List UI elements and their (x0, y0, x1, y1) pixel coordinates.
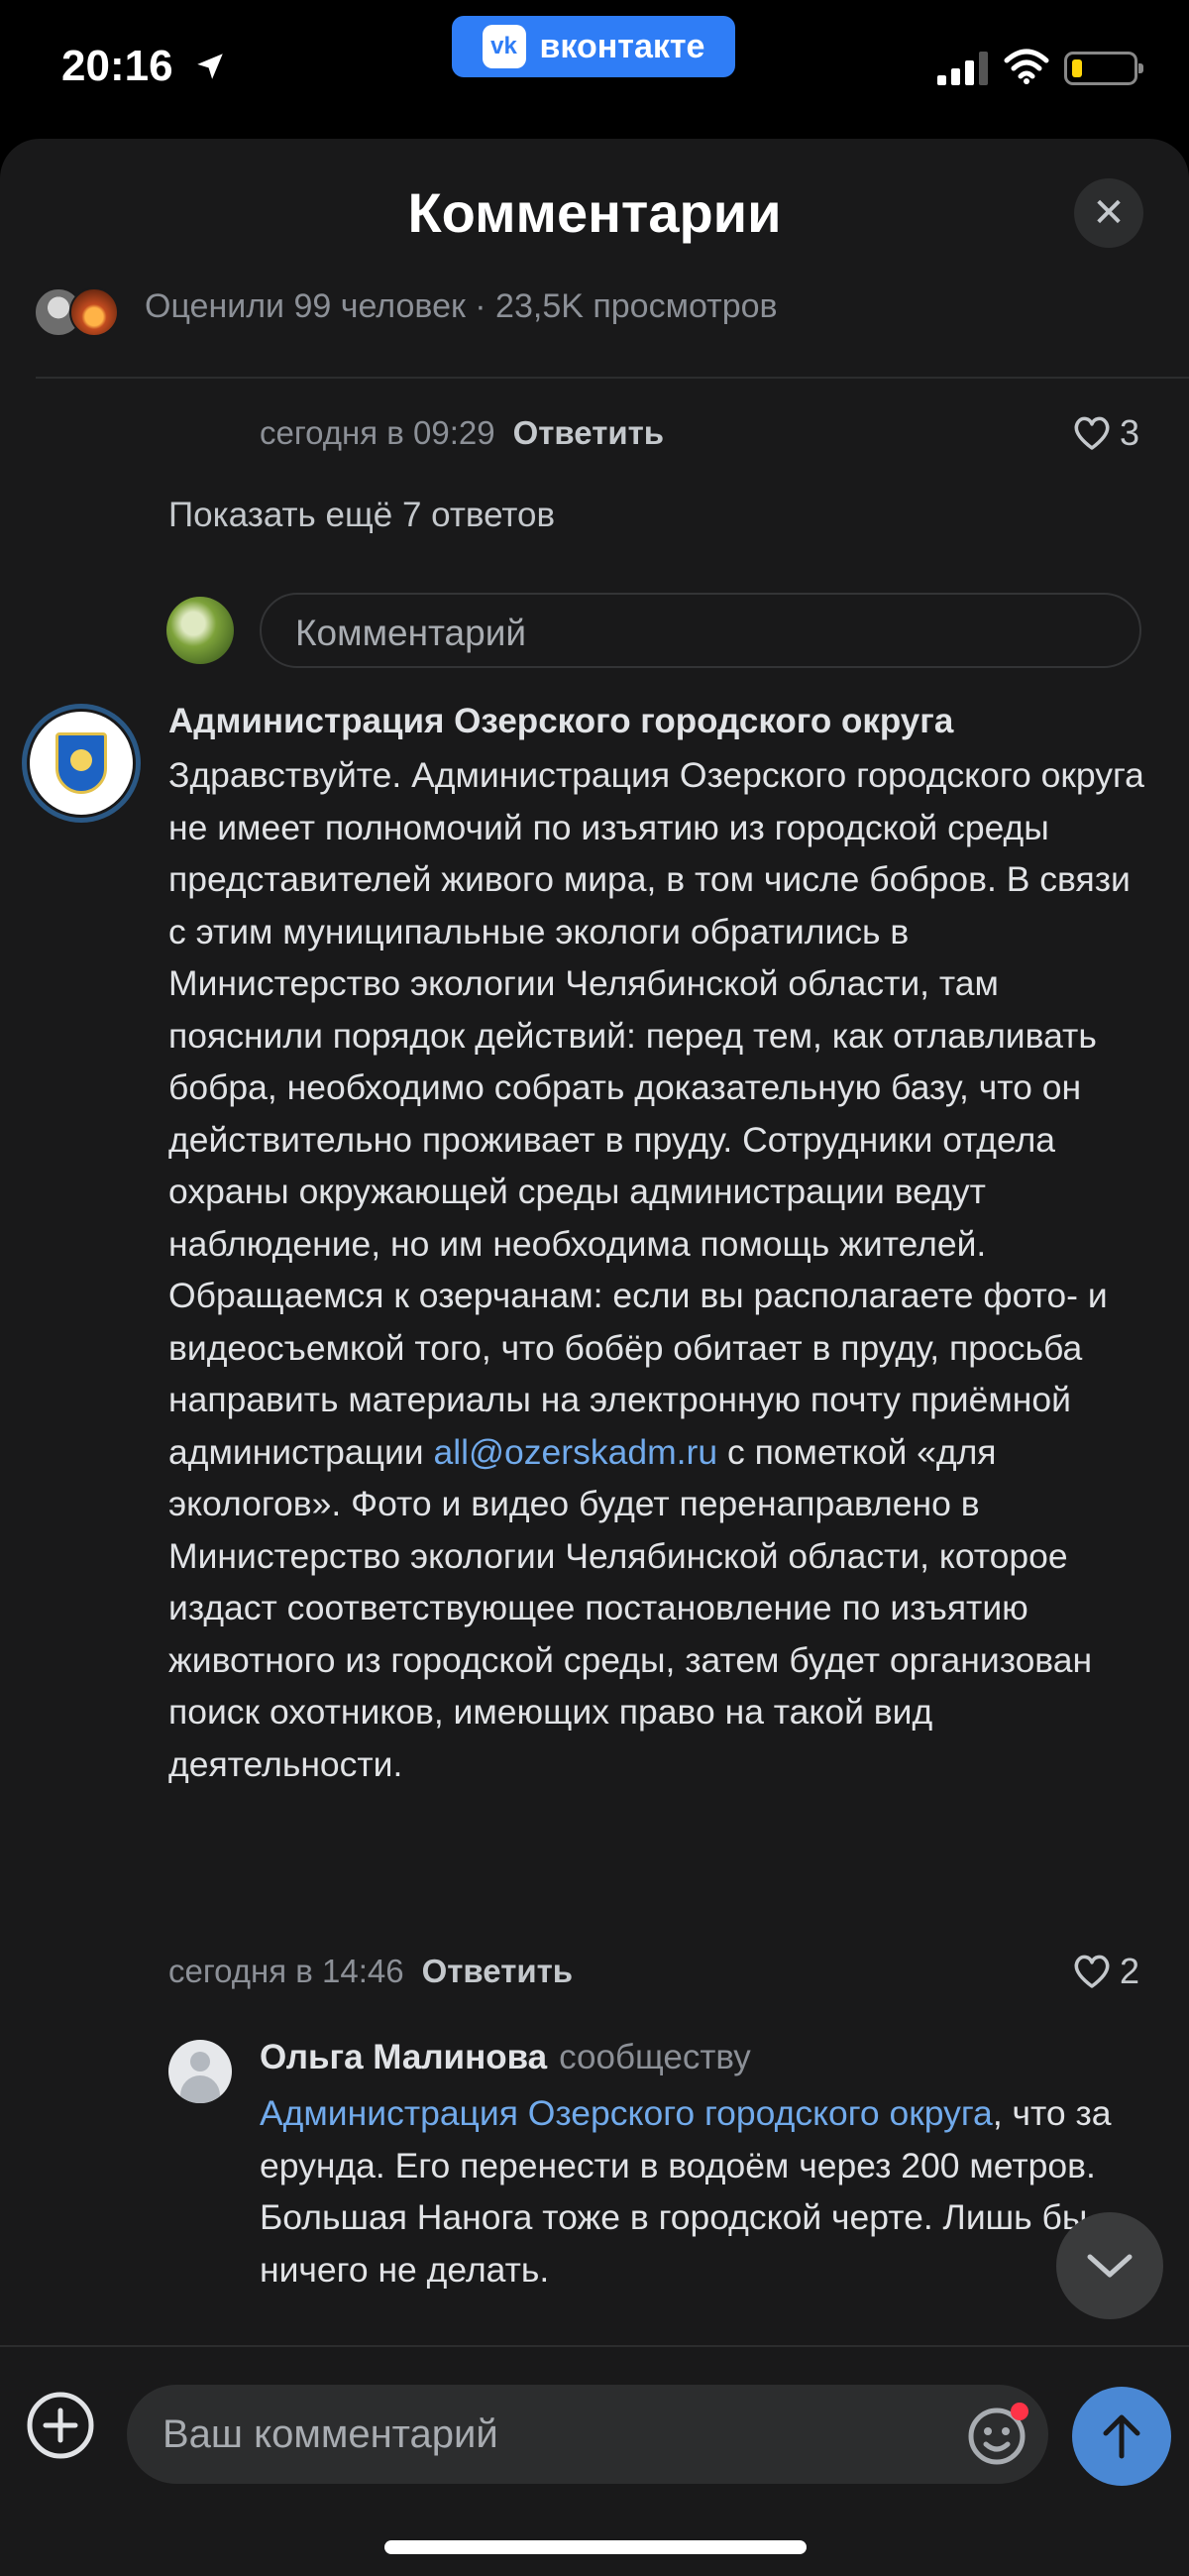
avatar (166, 597, 234, 664)
signal-icon (937, 52, 988, 85)
email-link[interactable]: all@ozerskadm.ru (433, 1432, 717, 1472)
avatar[interactable] (168, 2040, 232, 2103)
status-bar: 20:16 vk вконтакте (0, 0, 1189, 139)
comment-meta: сегодня в 14:46 Ответить (168, 1953, 573, 1990)
comments-sheet: Комментарии ✕ Оценили 99 человек · 23,5K… (0, 139, 1189, 2576)
reply-button[interactable]: Ответить (513, 414, 665, 451)
reply-button[interactable]: Ответить (422, 1953, 574, 1989)
heart-icon (1074, 416, 1110, 450)
comment-time: сегодня в 09:29 (260, 414, 495, 451)
plus-icon[interactable] (26, 2391, 95, 2460)
home-indicator[interactable] (384, 2540, 807, 2554)
show-more-replies-link[interactable]: Показать ещё 7 ответов (168, 496, 555, 535)
vk-logo-icon: vk (482, 25, 526, 68)
chevron-down-icon (1087, 2254, 1133, 2278)
scroll-down-button[interactable] (1056, 2212, 1163, 2319)
like-button[interactable]: 3 (1072, 412, 1139, 454)
comment-text-part: Здравствуйте. Администрация Озерского го… (168, 755, 1144, 1472)
vk-app-name: вконтакте (539, 27, 705, 65)
comment-time: сегодня в 14:46 (168, 1953, 404, 1989)
comment-text: Здравствуйте. Администрация Озерского го… (168, 749, 1149, 1790)
comment-text-part: с пометкой «для экологов». Фото и видео … (168, 1431, 1093, 1784)
reactor-avatars[interactable] (34, 287, 123, 337)
like-count: 2 (1120, 1951, 1140, 1991)
close-icon: ✕ (1092, 191, 1126, 235)
battery-icon (1064, 52, 1143, 85)
mention-link[interactable]: Администрация Озерского городского округ… (260, 2093, 993, 2133)
like-count: 3 (1120, 412, 1140, 453)
emoji-icon[interactable] (967, 2403, 1030, 2466)
comment-author[interactable]: Администрация Озерского городского округ… (168, 702, 953, 741)
vk-app-pill[interactable]: vk вконтакте (452, 16, 735, 77)
send-button[interactable] (1072, 2387, 1171, 2486)
reply-target: сообществу (559, 2038, 751, 2076)
city-crest-logo (27, 709, 136, 818)
crest-icon (55, 732, 107, 794)
status-time: 20:16 (61, 42, 173, 90)
reply-header: Ольга Малинова сообществу (260, 2038, 751, 2077)
comment-author[interactable]: Ольга Малинова (260, 2038, 547, 2076)
post-stats[interactable]: Оценили 99 человек · 23,5K просмотров (145, 287, 778, 326)
comment-text: Администрация Озерского городского округ… (260, 2087, 1112, 2296)
wifi-icon (1004, 49, 1049, 84)
heart-icon (1074, 1955, 1110, 1988)
your-comment-input[interactable]: Ваш комментарий (127, 2385, 1048, 2484)
comment-meta: сегодня в 09:29 Ответить (260, 414, 664, 452)
sheet-title: Комментарии (407, 181, 782, 244)
close-button[interactable]: ✕ (1074, 178, 1143, 248)
send-arrow-icon (1103, 2414, 1140, 2459)
like-button[interactable]: 2 (1072, 1951, 1139, 1992)
avatar (69, 287, 119, 337)
divider (36, 377, 1189, 379)
avatar[interactable] (22, 704, 141, 823)
comment-input[interactable]: Комментарий (260, 593, 1141, 668)
location-arrow-icon (197, 54, 223, 79)
